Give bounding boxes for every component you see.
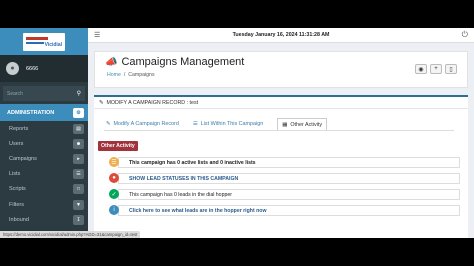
activity-item-list-count: This campaign has 0 active lists and 0 i… [104,155,460,171]
user-name: 6666 [26,65,39,72]
page-header: 📣 Campaigns Management Home / Campaigns … [94,51,468,88]
activity-item-hopper-count: This campaign has 0 leads in the dial ho… [104,187,460,203]
view-button[interactable]: ◉ [415,64,427,74]
dashboard-icon: ⚙ [73,107,84,118]
list-icon: ☰ [73,169,84,180]
tab-other-activity[interactable]: ▦ Other Activity [277,118,328,130]
table-icon: ▦ [282,121,288,128]
activity-text: This campaign has 0 active lists and 0 i… [118,157,460,168]
header-buttons: ◉ + ▯ [415,64,457,74]
logo-text: Vicidial [44,41,62,48]
tab-modify-campaign[interactable]: ✎ Modify A Campaign Record [106,118,179,130]
top-bar: ☰ Tuesday January 16, 2024 11:31:28 AM ⏻ [88,28,474,43]
logo-mark-blue [26,41,44,44]
page-title: 📣 Campaigns Management [105,56,244,68]
box-header-title: MODIFY A CAMPAIGN RECORD : test [106,99,199,106]
sidebar-item-label: Inbound [9,216,29,223]
sidebar-item-users[interactable]: Users ☻ [0,136,88,151]
eye-icon: ◉ [418,66,424,73]
breadcrumb-home[interactable]: Home [107,72,121,78]
power-icon[interactable]: ⏻ [462,30,468,40]
sidebar-item-label: Reports [9,125,29,132]
check-icon: ✓ [109,189,119,199]
info-icon: i [109,205,119,215]
avatar: ● [6,62,19,75]
filter-icon: ▼ [73,199,84,210]
edit-icon: ✎ [106,121,111,127]
list-icon: ☰ [192,121,198,127]
current-datetime: Tuesday January 16, 2024 11:31:28 AM [232,32,330,38]
sidebar-item-label: Scripts [9,186,26,193]
add-button[interactable]: + [430,64,442,74]
sidebar-item-scripts[interactable]: Scripts □ [0,182,88,197]
campaign-record-box: ✎ MODIFY A CAMPAIGN RECORD : test ✎ Modi… [94,95,468,238]
tab-bar: ✎ Modify A Campaign Record ☰ List Within… [106,118,328,130]
plus-icon: + [434,66,438,72]
user-icon: ☻ [73,138,84,149]
logo-area[interactable]: Vicidial [0,28,88,55]
box-header: ✎ MODIFY A CAMPAIGN RECORD : test [94,97,468,109]
file-icon: ▯ [449,66,453,73]
activity-item-hopper-link[interactable]: Click here to see what leads are in the … [104,203,460,219]
sidebar-section-administration[interactable]: ADMINISTRATION ⚙ [0,104,88,121]
tab-label: Other Activity [290,121,323,128]
lists-icon: ☰ [109,157,119,167]
inbox-icon: ↧ [73,214,84,225]
sidebar-item-reports[interactable]: Reports ▤ [0,121,88,136]
main-content: ☰ Tuesday January 16, 2024 11:31:28 AM ⏻… [88,28,474,238]
bar-chart-icon: ▤ [73,123,84,134]
user-panel: ● 6666 [0,55,88,82]
sidebar-item-inbound[interactable]: Inbound ↧ [0,212,88,227]
hopper-leads-link[interactable]: Click here to see what leads are in the … [118,205,460,216]
other-activity-badge: Other Activity [98,141,138,151]
bullhorn-icon: ▸ [73,153,84,164]
activity-text: This campaign has 0 leads in the dial ho… [118,189,460,200]
breadcrumb-separator: / [123,72,126,78]
breadcrumb-campaigns: Campaigns [128,72,155,78]
activity-list: This campaign has 0 active lists and 0 i… [104,155,460,219]
show-lead-statuses-link[interactable]: SHOW LEAD STATUSES IN THIS CAMPAIGN [118,173,460,184]
page-title-text: Campaigns Management [121,56,245,68]
sidebar-item-label: Filters [9,201,24,208]
tab-lists-within-campaign[interactable]: ☰ List Within This Campaign [193,118,263,130]
copy-button[interactable]: ▯ [445,64,457,74]
sidebar-search: ⚲ [3,86,85,101]
sidebar-item-label: Lists [9,171,21,178]
search-icon[interactable]: ⚲ [77,90,81,97]
tab-label: List Within This Campaign [200,121,264,127]
sidebar-item-campaigns[interactable]: Campaigns ▸ [0,151,88,166]
section-label: ADMINISTRATION [7,109,55,116]
sidebar: Vicidial ● 6666 ⚲ ADMINISTRATION ⚙ Repor… [0,28,88,238]
app-window: Vicidial ● 6666 ⚲ ADMINISTRATION ⚙ Repor… [0,28,474,238]
tab-label: Modify A Campaign Record [113,121,179,127]
tab-divider [104,130,454,131]
logo: Vicidial [23,32,65,51]
sidebar-item-filters[interactable]: Filters ▼ [0,197,88,212]
logo-mark-red [26,36,48,40]
sidebar-item-label: Users [9,140,24,147]
status-icon: ● [109,173,119,183]
activity-item-lead-statuses[interactable]: SHOW LEAD STATUSES IN THIS CAMPAIGN ● [104,171,460,187]
file-icon: □ [73,184,84,195]
status-bar-url: https://demo.vicidial.com/vicidial/admin… [0,231,141,238]
search-input[interactable] [7,90,62,97]
sidebar-item-lists[interactable]: Lists ☰ [0,167,88,182]
breadcrumb: Home / Campaigns [107,72,155,78]
sidebar-item-label: Campaigns [9,155,37,162]
bullhorn-icon: 📣 [105,56,118,68]
edit-icon: ✎ [99,99,104,106]
